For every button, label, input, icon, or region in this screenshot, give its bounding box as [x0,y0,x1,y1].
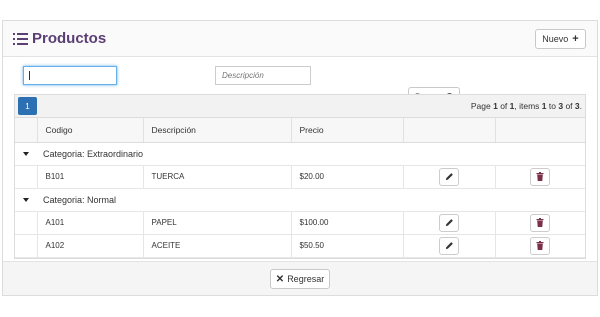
delete-button[interactable] [530,236,551,255]
back-button[interactable]: ✕ Regresar [270,269,330,289]
cell-descripcion: ACEITE [143,234,292,258]
cell-codigo: B101 [37,165,144,189]
trash-icon [536,172,544,181]
cell-codigo: A101 [37,211,144,235]
group-label: Categoria: Normal [43,194,117,205]
products-grid: 1 Page 1 of 1, items 1 to 3 of 3. Codigo… [14,94,586,259]
products-panel: Productos Nuevo + Buscar 1 Page 1 of 1, … [2,20,598,296]
page-button-1[interactable]: 1 [18,97,37,115]
text-cursor [29,71,30,80]
column-header-edit [403,118,496,143]
paginator: 1 Page 1 of 1, items 1 to 3 of 3. [15,95,585,118]
pencil-icon [445,173,453,181]
back-button-label: Regresar [287,274,325,284]
delete-button[interactable] [530,167,551,186]
panel-header: Productos Nuevo + [3,21,597,57]
expander-column-header [15,118,38,143]
close-icon: ✕ [275,273,285,285]
column-header-descripcion[interactable]: Descripción [143,118,292,143]
trash-icon [536,218,544,227]
collapse-caret-icon[interactable] [23,151,29,156]
edit-button[interactable] [439,236,459,255]
list-icon [13,32,28,45]
new-button[interactable]: Nuevo + [535,29,586,49]
plus-icon: + [572,33,579,45]
group-row-extraordinario[interactable]: Categoria: Extraordinario [15,142,585,166]
cell-precio: $20.00 [291,165,404,189]
table-header-row: Codigo Descripción Precio [15,118,585,143]
page-title: Productos [13,30,106,47]
page-title-text: Productos [32,30,107,47]
code-filter-input[interactable] [23,66,117,85]
trash-icon [536,241,544,250]
column-header-codigo[interactable]: Codigo [37,118,144,143]
table-row: B101 TUERCA $20.00 [15,165,585,189]
cell-precio: $100.00 [291,211,404,235]
table-row: A102 ACEITE $50.50 [15,234,585,258]
cell-descripcion: TUERCA [143,165,292,189]
products-table: Codigo Descripción Precio Categoria: Ext… [15,118,585,258]
table-row: A101 PAPEL $100.00 [15,211,585,235]
group-label: Categoria: Extraordinario [43,148,144,159]
new-button-label: Nuevo [542,34,569,44]
page-info: Page 1 of 1, items 1 to 3 of 3. [470,101,582,111]
collapse-caret-icon[interactable] [23,197,29,202]
description-filter-input[interactable] [215,66,311,85]
panel-footer: ✕ Regresar [3,261,597,295]
edit-button[interactable] [439,213,459,232]
pencil-icon [445,242,453,250]
edit-button[interactable] [439,167,459,186]
group-row-normal[interactable]: Categoria: Normal [15,188,585,212]
delete-button[interactable] [530,213,551,232]
column-header-delete [495,118,585,143]
cell-descripcion: PAPEL [143,211,292,235]
cell-precio: $50.50 [291,234,404,258]
pencil-icon [445,219,453,227]
cell-codigo: A102 [37,234,144,258]
column-header-precio[interactable]: Precio [291,118,404,143]
